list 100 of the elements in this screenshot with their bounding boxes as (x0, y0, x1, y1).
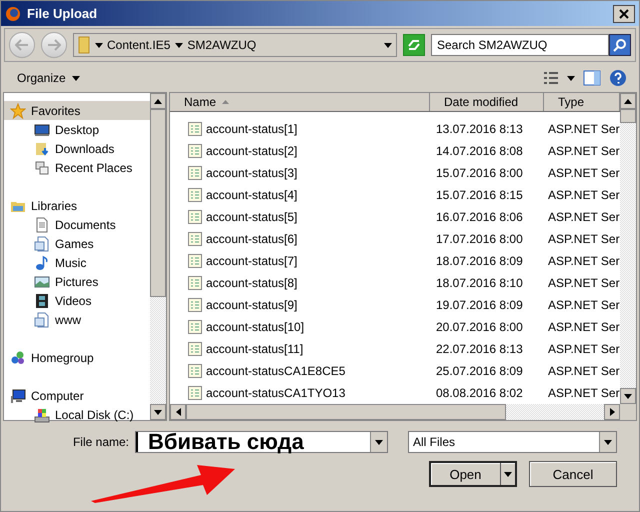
scroll-right-button[interactable] (604, 404, 620, 420)
horizontal-scrollbar[interactable] (170, 404, 636, 420)
config-file-icon (188, 342, 202, 356)
file-type-dropdown[interactable]: All Files (408, 431, 617, 453)
date-modified: 18.07.2016 8:10 (436, 276, 523, 290)
date-modified: 19.07.2016 8:09 (436, 298, 523, 312)
config-file-icon (188, 232, 202, 246)
sidebar-item[interactable]: Favorites (4, 101, 150, 120)
file-row[interactable]: account-status[8] 18.07.2016 8:10 ASP.NET Ser (170, 272, 620, 294)
column-header[interactable]: Date modified (430, 93, 544, 111)
breadcrumb[interactable]: Content.IE5 (107, 38, 170, 52)
file-name: account-status[4] (206, 188, 298, 202)
close-button[interactable] (613, 4, 635, 22)
sidebar-item[interactable]: Computer (4, 386, 150, 405)
date-modified: 08.08.2016 8:02 (436, 386, 523, 400)
file-row[interactable]: account-status[7] 18.07.2016 8:09 ASP.NET Ser (170, 250, 620, 272)
scroll-up-button[interactable] (150, 93, 166, 109)
date-modified: 14.07.2016 8:08 (436, 144, 523, 158)
computer-icon (10, 388, 26, 404)
file-row[interactable]: account-statusCA1TYO13 08.08.2016 8:02 ASP.NET Ser (170, 382, 620, 404)
sidebar-item[interactable]: Local Disk (C:) (4, 405, 150, 424)
sort-ascending-icon (222, 100, 230, 104)
config-file-icon (188, 122, 202, 136)
scroll-left-button[interactable] (170, 404, 186, 420)
caret-icon (175, 42, 184, 48)
file-row[interactable]: account-status[1] 13.07.2016 8:13 ASP.NET Ser (170, 118, 620, 140)
scrollbar-thumb[interactable] (620, 109, 636, 123)
star-icon (10, 102, 26, 118)
folder-icon (78, 36, 90, 54)
sidebar-item[interactable]: Documents (4, 215, 150, 234)
down-arrow-icon (624, 394, 632, 398)
file-name: account-status[9] (206, 298, 298, 312)
sidebar-item[interactable]: Games (4, 234, 150, 253)
down-arrow-icon (154, 410, 162, 414)
date-modified: 25.07.2016 8:09 (436, 364, 523, 378)
search-field[interactable]: Search SM2AWZUQ (431, 34, 609, 56)
file-row[interactable]: account-status[5] 16.07.2016 8:06 ASP.NET Ser (170, 206, 620, 228)
file-name: account-statusCA1E8CE5 (206, 364, 346, 378)
sidebar-item[interactable]: Music (4, 253, 150, 272)
scroll-down-button[interactable] (150, 404, 166, 420)
document-icon (34, 216, 50, 232)
sidebar-item[interactable]: Pictures (4, 272, 150, 291)
file-type: ASP.NET Ser (548, 122, 620, 136)
file-type: ASP.NET Ser (548, 342, 620, 356)
search-icon (613, 38, 627, 52)
sidebar-item[interactable]: Videos (4, 291, 150, 310)
view-caret-icon (567, 76, 575, 80)
forward-arrow-icon (47, 39, 61, 51)
sidebar-item[interactable]: Libraries (4, 196, 150, 215)
open-split-button[interactable]: Open (429, 461, 517, 487)
file-name: account-status[3] (206, 166, 298, 180)
file-name-field[interactable]: Вбивать сюда (135, 431, 388, 453)
file-row[interactable]: account-status[4] 15.07.2016 8:15 ASP.NET Ser (170, 184, 620, 206)
scrollbar-corner (620, 404, 636, 420)
sidebar-item[interactable]: www (4, 310, 150, 329)
browser-logo-icon (5, 6, 21, 22)
refresh-button[interactable] (403, 34, 425, 56)
config-file-icon (188, 166, 202, 180)
file-row[interactable]: account-status[9] 19.07.2016 8:09 ASP.NET Ser (170, 294, 620, 316)
sidebar-item[interactable]: Desktop (4, 120, 150, 139)
file-row[interactable]: account-status[10] 20.07.2016 8:00 ASP.NET Ser (170, 316, 620, 338)
file-row[interactable]: account-statusCA1E8CE5 25.07.2016 8:09 ASP.NET Ser (170, 360, 620, 382)
sidebar-item[interactable]: Recent Places (4, 158, 150, 177)
file-row[interactable]: account-status[6] 17.07.2016 8:00 ASP.NET Ser (170, 228, 620, 250)
file-type: ASP.NET Ser (548, 320, 620, 334)
preview-pane-icon[interactable] (583, 70, 601, 86)
file-row[interactable]: account-status[3] 15.07.2016 8:00 ASP.NET Ser (170, 162, 620, 184)
scroll-up-button[interactable] (620, 93, 636, 109)
breadcrumb[interactable]: SM2AWZUQ (187, 38, 256, 52)
scrollbar[interactable] (150, 93, 166, 420)
cancel-button[interactable]: Cancel (529, 461, 617, 487)
config-file-icon (188, 254, 202, 268)
view-list-icon[interactable] (543, 71, 559, 85)
file-type: ASP.NET Ser (548, 188, 620, 202)
address-bar[interactable]: Content.IE5 SM2AWZUQ (73, 33, 397, 57)
file-type: ASP.NET Ser (548, 386, 620, 400)
search-button[interactable] (609, 34, 631, 56)
file-name: account-statusCA1TYO13 (206, 386, 346, 400)
up-arrow-icon (624, 98, 632, 104)
file-name: account-status[11] (206, 342, 304, 356)
date-modified: 13.07.2016 8:13 (436, 122, 523, 136)
sidebar-item[interactable]: Homegroup (4, 348, 150, 367)
column-header[interactable]: Name (170, 93, 430, 111)
monitor-icon (34, 122, 50, 138)
config-file-icon (188, 210, 202, 224)
file-name: account-status[8] (206, 276, 298, 290)
sidebar-item[interactable]: Downloads (4, 139, 150, 158)
date-modified: 20.07.2016 8:00 (436, 320, 523, 334)
scrollbar[interactable] (620, 93, 636, 404)
folder-download-icon (34, 140, 50, 156)
file-row[interactable]: account-status[11] 22.07.2016 8:13 ASP.NET Ser (170, 338, 620, 360)
scroll-down-button[interactable] (620, 388, 636, 404)
scrollbar-thumb[interactable] (186, 404, 506, 420)
organize-button[interactable]: Organize (13, 69, 84, 87)
file-row[interactable]: account-status[2] 14.07.2016 8:08 ASP.NET Ser (170, 140, 620, 162)
music-note-icon (34, 254, 50, 270)
scrollbar-thumb[interactable] (150, 109, 166, 297)
help-icon[interactable] (609, 69, 627, 87)
file-name: account-status[10] (206, 320, 304, 334)
window-title: File Upload (27, 6, 98, 21)
